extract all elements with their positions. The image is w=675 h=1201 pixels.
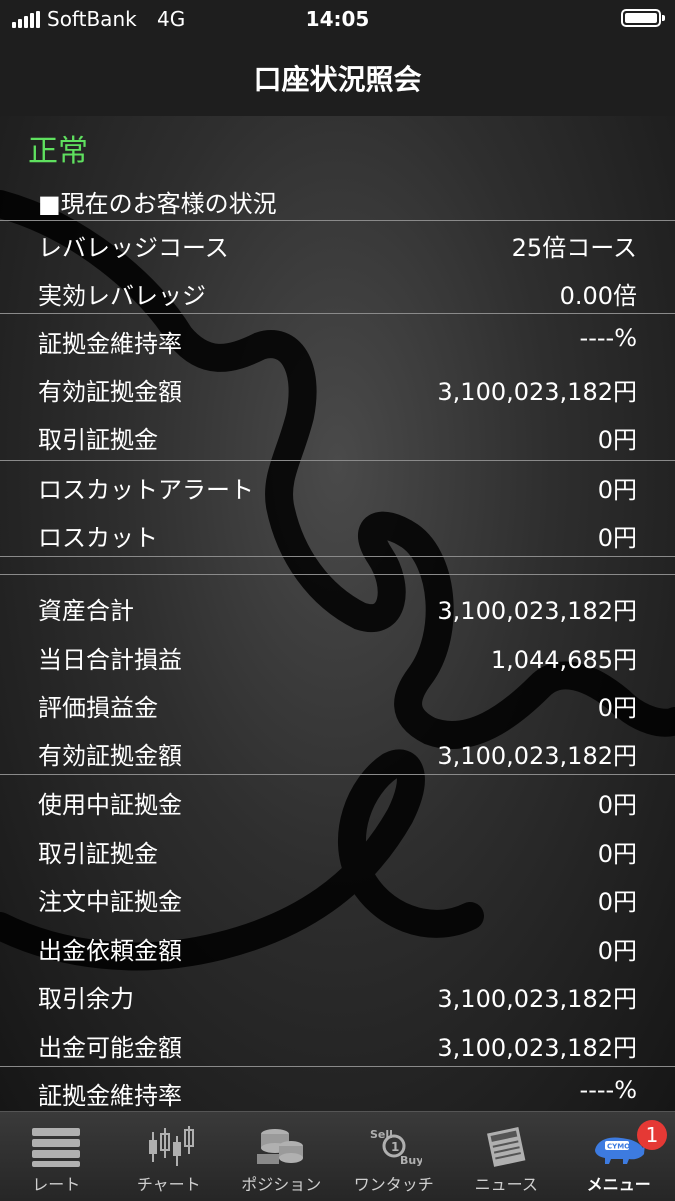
row-label: 取引証拠金 <box>38 834 158 869</box>
page-title: 口座状況照会 <box>0 58 675 98</box>
row-value: 3,100,023,182円 <box>437 979 637 1014</box>
row-daily-pl: 当日合計損益 1,044,685円 <box>0 632 675 680</box>
row-value: 0円 <box>598 470 637 505</box>
row-label: ロスカット <box>38 518 158 553</box>
row-withdrawable-amount: 出金可能金額 3,100,023,182円 <box>0 1020 675 1068</box>
row-total-assets: 資産合計 3,100,023,182円 <box>0 583 675 631</box>
row-value: 3,100,023,182円 <box>437 372 637 407</box>
candlestick-chart-icon <box>141 1124 197 1168</box>
row-value: 3,100,023,182円 <box>437 736 637 771</box>
notification-badge: 1 <box>637 1120 667 1150</box>
row-trading-margin: 取引証拠金 0円 <box>0 412 675 460</box>
row-label: 有効証拠金額 <box>38 372 182 407</box>
row-value: 3,100,023,182円 <box>437 591 637 626</box>
row-value: 0円 <box>598 518 637 553</box>
row-trading-margin-2: 取引証拠金 0円 <box>0 826 675 874</box>
row-margin-maintenance-rate-2: 証拠金維持率 ----% <box>0 1068 675 1111</box>
row-label: 評価損益金 <box>38 688 158 723</box>
row-value: 0円 <box>598 785 637 820</box>
row-losscut-alert: ロスカットアラート 0円 <box>0 462 675 510</box>
tab-rate[interactable]: レート <box>0 1112 113 1201</box>
row-value: 0.00倍 <box>560 276 637 311</box>
row-label: 注文中証拠金 <box>38 882 182 917</box>
row-value: 0円 <box>598 688 637 723</box>
row-label: ロスカットアラート <box>38 470 254 505</box>
svg-text:1: 1 <box>391 1140 399 1154</box>
row-label: 資産合計 <box>38 591 134 626</box>
divider <box>0 556 675 557</box>
row-effective-margin: 有効証拠金額 3,100,023,182円 <box>0 364 675 412</box>
divider <box>0 460 675 461</box>
svg-text:CYMO: CYMO <box>607 1143 630 1151</box>
row-label: 実効レバレッジ <box>38 276 206 311</box>
row-order-margin: 注文中証拠金 0円 <box>0 874 675 922</box>
row-value: ----% <box>580 324 637 352</box>
tab-label: ニュース <box>450 1171 563 1195</box>
row-losscut: ロスカット 0円 <box>0 510 675 558</box>
row-effective-margin-2: 有効証拠金額 3,100,023,182円 <box>0 728 675 776</box>
row-label: 証拠金維持率 <box>38 324 182 359</box>
row-margin-in-use: 使用中証拠金 0円 <box>0 777 675 825</box>
row-label: 取引余力 <box>38 979 134 1014</box>
row-value: 0円 <box>598 931 637 966</box>
row-trading-capacity: 取引余力 3,100,023,182円 <box>0 971 675 1019</box>
tab-one-touch[interactable]: Sell 1 Buy ワンタッチ <box>338 1112 451 1201</box>
section-title: ■現在のお客様の状況 <box>38 184 277 219</box>
rate-list-icon <box>28 1124 84 1168</box>
svg-text:Sell: Sell <box>370 1128 393 1141</box>
row-label: レバレッジコース <box>38 228 229 263</box>
svg-text:Buy: Buy <box>400 1154 422 1167</box>
status-time: 14:05 <box>0 7 675 31</box>
row-label: 証拠金維持率 <box>38 1076 182 1111</box>
row-value: 0円 <box>598 882 637 917</box>
row-value: 25倍コース <box>512 228 637 263</box>
tab-position[interactable]: ポジション <box>225 1112 338 1201</box>
row-unrealized-pl: 評価損益金 0円 <box>0 680 675 728</box>
row-label: 使用中証拠金 <box>38 785 182 820</box>
newspaper-icon <box>478 1124 534 1168</box>
tab-label: レート <box>0 1171 113 1195</box>
bottom-tab-bar: レート チャート ポジション Sell 1 <box>0 1111 675 1201</box>
tab-label: メニュー <box>563 1171 675 1195</box>
row-label: 取引証拠金 <box>38 420 158 455</box>
divider <box>0 574 675 575</box>
account-status-panel[interactable]: 正常 ■現在のお客様の状況 レバレッジコース 25倍コース 実効レバレッジ 0.… <box>0 116 675 1111</box>
coins-icon <box>253 1124 309 1168</box>
tab-menu[interactable]: CYMO 1 メニュー <box>563 1112 675 1201</box>
row-margin-maintenance-rate: 証拠金維持率 ----% <box>0 316 675 364</box>
tab-label: ワンタッチ <box>338 1171 451 1195</box>
row-value: 0円 <box>598 834 637 869</box>
row-value: 1,044,685円 <box>491 640 637 675</box>
row-withdrawal-request: 出金依頼金額 0円 <box>0 923 675 971</box>
tab-chart[interactable]: チャート <box>113 1112 226 1201</box>
row-value: 3,100,023,182円 <box>437 1028 637 1063</box>
row-label: 出金可能金額 <box>38 1028 182 1063</box>
tab-news[interactable]: ニュース <box>450 1112 563 1201</box>
row-effective-leverage: 実効レバレッジ 0.00倍 <box>0 268 675 316</box>
divider <box>0 1066 675 1067</box>
status-bar: SoftBank 4G 14:05 <box>0 0 675 38</box>
sell-buy-icon: Sell 1 Buy <box>366 1124 422 1168</box>
account-status-label: 正常 <box>28 126 88 170</box>
divider <box>0 313 675 314</box>
row-label: 当日合計損益 <box>38 640 182 675</box>
row-value: ----% <box>580 1076 637 1104</box>
row-label: 有効証拠金額 <box>38 736 182 771</box>
tab-label: チャート <box>113 1171 226 1195</box>
tab-label: ポジション <box>225 1171 338 1195</box>
row-label: 出金依頼金額 <box>38 931 182 966</box>
row-value: 0円 <box>598 420 637 455</box>
row-leverage-course: レバレッジコース 25倍コース <box>0 220 675 268</box>
battery-icon <box>621 9 661 27</box>
divider <box>0 774 675 775</box>
nav-header: 口座状況照会 <box>0 38 675 117</box>
